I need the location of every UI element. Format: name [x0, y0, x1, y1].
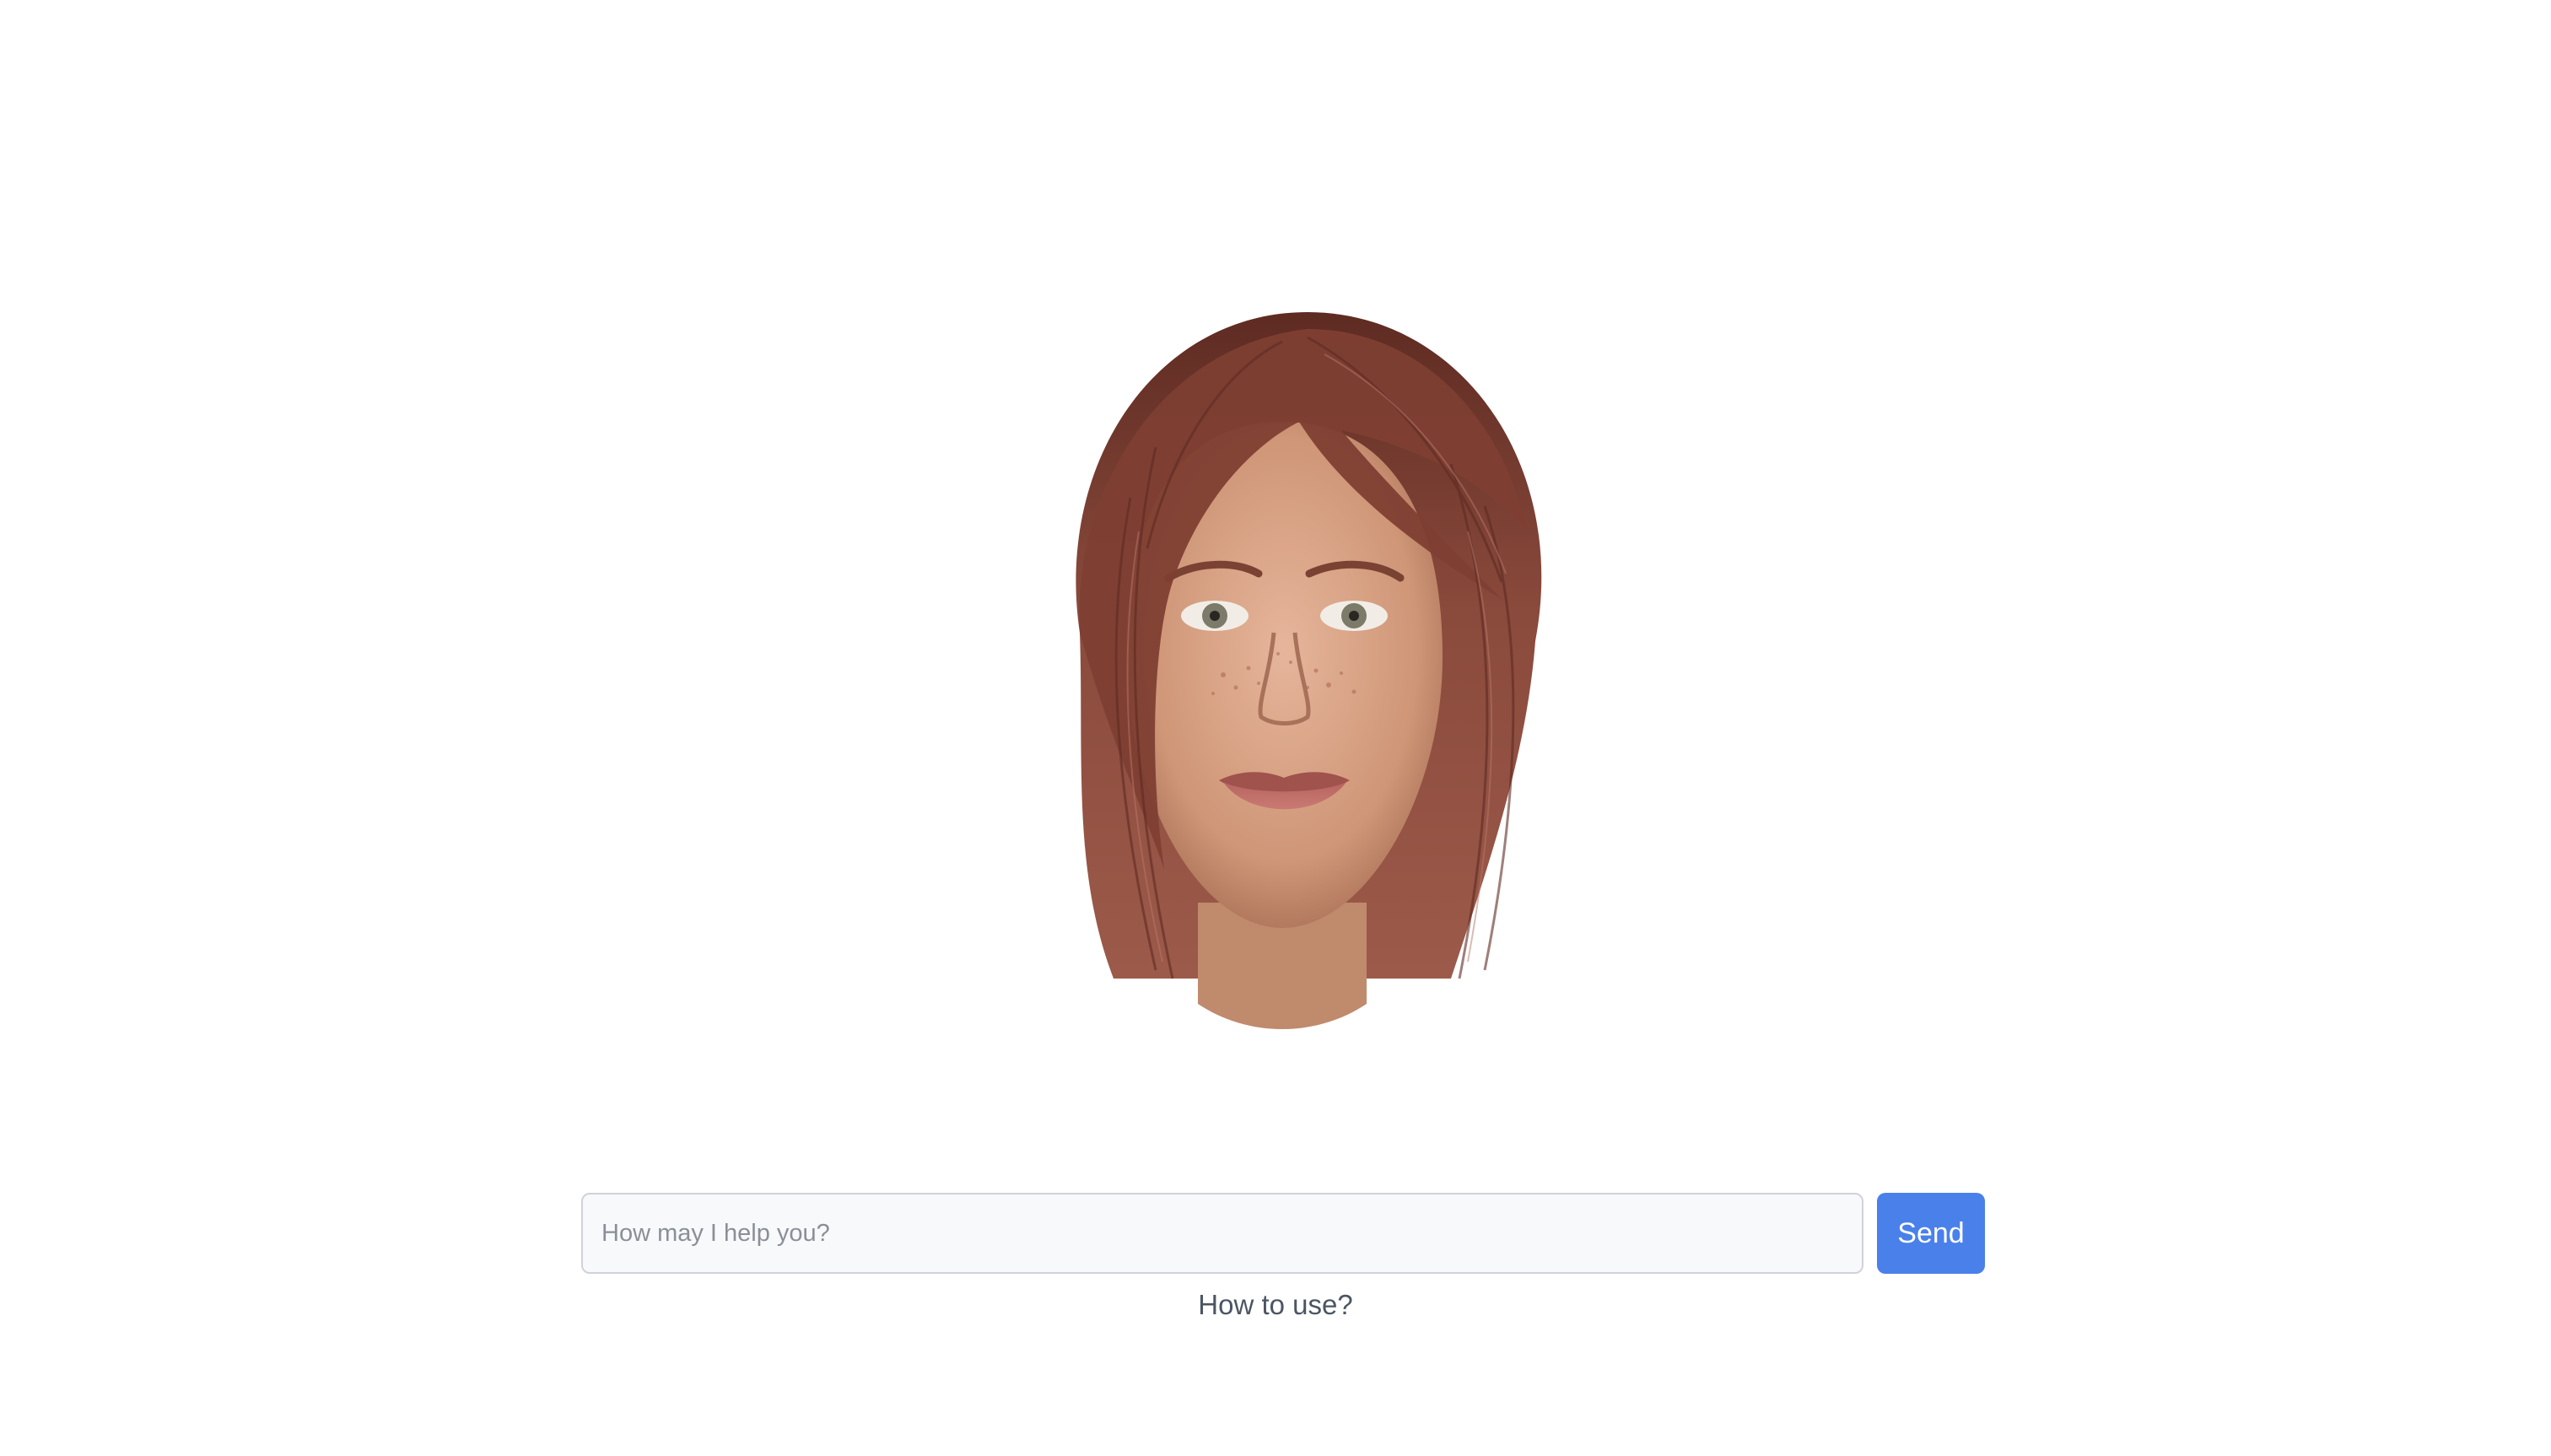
avatar-head-icon: [1076, 312, 1542, 1029]
avatar-viewport[interactable]: [945, 278, 1620, 1038]
right-pupil: [1349, 611, 1359, 621]
how-to-use-link[interactable]: How to use?: [1198, 1289, 1352, 1320]
send-button[interactable]: Send: [1877, 1193, 1985, 1274]
chat-bar: Send: [581, 1193, 1985, 1274]
left-pupil: [1210, 611, 1220, 621]
message-input[interactable]: [581, 1193, 1863, 1274]
help-section: How to use?: [0, 1289, 2551, 1321]
app-root: Send How to use?: [0, 0, 2551, 1456]
